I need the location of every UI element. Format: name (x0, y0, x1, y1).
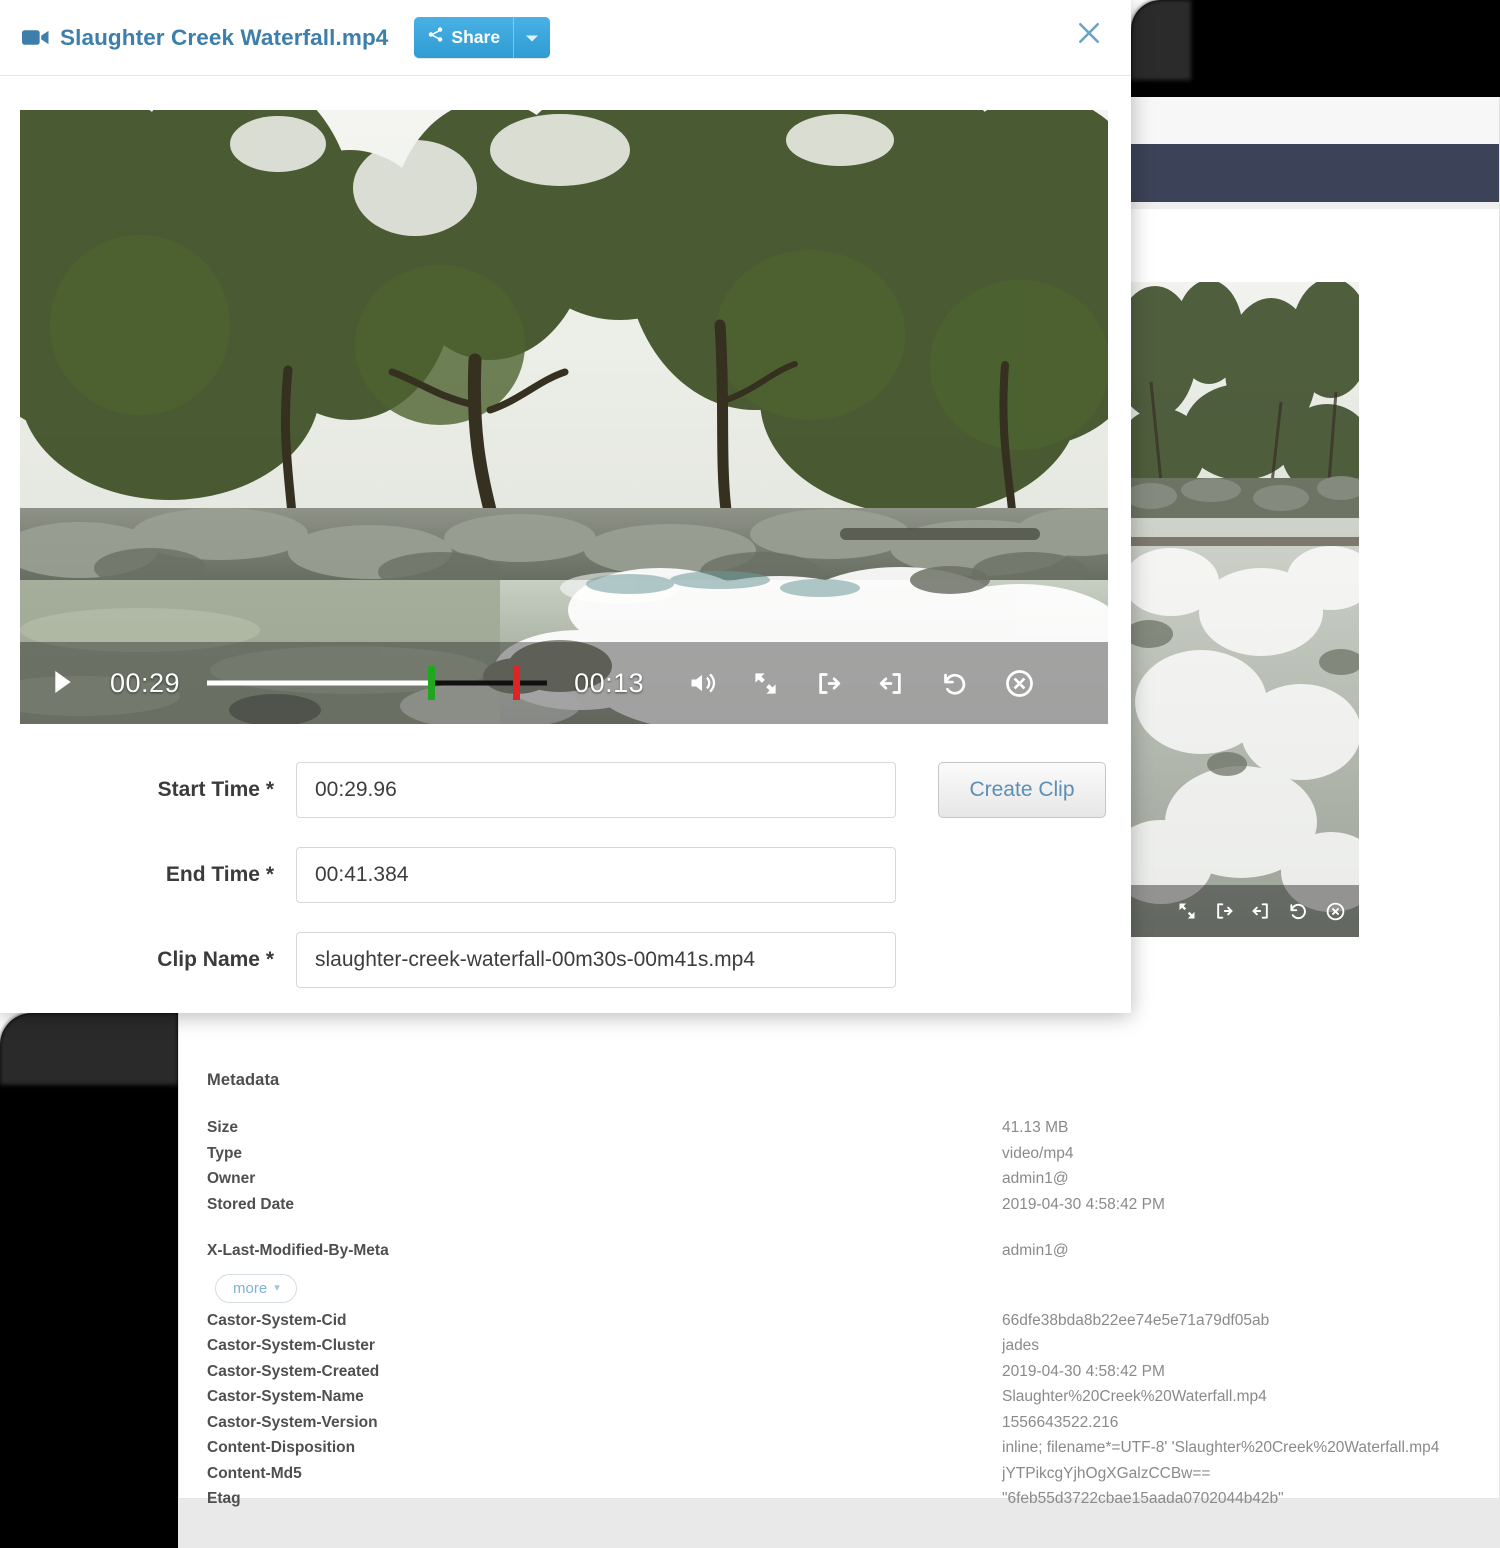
metadata-row-castor-cid: Castor-System-Cid 66dfe38bda8b22ee74e5e7… (207, 1312, 1477, 1338)
player-control-group (688, 668, 1035, 699)
metadata-value: 1556643522.216 (1002, 1413, 1119, 1431)
metadata-value: admin1@ (1002, 1170, 1069, 1187)
fullscreen-icon[interactable] (752, 670, 779, 697)
metadata-key: Castor-System-Name (207, 1388, 364, 1405)
metadata-row-last-modified-by: X-Last-Modified-By-Meta admin1@ (207, 1242, 1477, 1268)
metadata-row-castor-name: Castor-System-Name Slaughter%20Creek%20W… (207, 1388, 1477, 1414)
metadata-key: Owner (207, 1170, 256, 1187)
progress-fill (207, 680, 432, 686)
set-clip-start-icon[interactable] (815, 670, 842, 697)
background-video-controls[interactable] (1131, 885, 1359, 937)
metadata-value: Slaughter%20Creek%20Waterfall.mp4 (1002, 1388, 1267, 1405)
metadata-panel: Metadata Size 41.13 MB Type video/mp4 Ow… (178, 1013, 1500, 1507)
metadata-key: Size (207, 1119, 239, 1136)
metadata-row-castor-version: Castor-System-Version 1556643522.216 (207, 1414, 1477, 1440)
metadata-rows: Size 41.13 MB Type video/mp4 Owner admin… (207, 1119, 1477, 1516)
set-clip-end-icon[interactable] (1251, 901, 1271, 921)
metadata-value: "6feb55d3722cbae15aada0702044b42b" (1002, 1490, 1284, 1507)
metadata-key: Etag (207, 1490, 241, 1507)
end-time-input[interactable] (296, 847, 896, 903)
start-time-input[interactable] (296, 762, 896, 818)
cancel-clip-icon[interactable] (1325, 901, 1345, 921)
metadata-row-castor-cluster: Castor-System-Cluster jades (207, 1337, 1477, 1363)
metadata-key: Stored Date (207, 1195, 294, 1213)
backdrop-bottom-left (0, 1013, 178, 1548)
share-button[interactable]: Share (414, 17, 514, 58)
clip-start-marker[interactable] (428, 666, 436, 700)
background-video-frame (1131, 282, 1359, 937)
metadata-key: Castor-System-Version (207, 1413, 378, 1431)
remaining-time: 00:13 (574, 667, 645, 698)
close-icon (1074, 18, 1104, 51)
video-camera-icon (22, 28, 49, 47)
cancel-clip-icon[interactable] (1004, 668, 1035, 699)
metadata-value: 41.13 MB (1002, 1119, 1069, 1136)
more-button-label: more (233, 1279, 268, 1297)
clip-end-marker[interactable] (513, 666, 521, 700)
metadata-spacer (207, 1221, 1477, 1242)
metadata-key: Content-Disposition (207, 1439, 356, 1456)
metadata-row-etag: Etag "6feb55d3722cbae15aada0702044b42b" (207, 1490, 1477, 1516)
screen-root: Metadata Size 41.13 MB Type video/mp4 Ow… (0, 0, 1500, 1548)
metadata-row-size: Size 41.13 MB (207, 1119, 1477, 1145)
video-player[interactable]: 00:29 00:13 (20, 110, 1108, 724)
current-time: 00:29 (110, 667, 181, 698)
backdrop-corner-shadow-top (1131, 0, 1191, 80)
end-time-row: End Time * (0, 847, 1131, 903)
play-icon (54, 670, 72, 696)
clip-form: Start Time * Create Clip End Time * Clip… (0, 762, 1131, 1017)
share-icon (427, 26, 444, 48)
metadata-row-content-md5: Content-Md5 jYTPikcgYjhOgXGalzCCBw== (207, 1465, 1477, 1491)
chevron-down-icon: ▾ (274, 1281, 280, 1294)
close-button[interactable] (1069, 14, 1109, 54)
start-time-label: Start Time * (157, 778, 274, 801)
metadata-key: Castor-System-Cluster (207, 1337, 375, 1354)
metadata-key: Type (207, 1144, 243, 1162)
share-dropdown-button[interactable] (513, 17, 551, 58)
metadata-row-type: Type video/mp4 (207, 1145, 1477, 1171)
volume-icon[interactable] (688, 669, 716, 697)
metadata-key: Content-Md5 (207, 1464, 302, 1482)
metadata-row-stored-date: Stored Date 2019-04-30 4:58:42 PM (207, 1196, 1477, 1222)
metadata-key: X-Last-Modified-By-Meta (207, 1242, 389, 1259)
metadata-key: Castor-System-Created (207, 1362, 380, 1380)
metadata-row-content-disposition: Content-Disposition inline; filename*=UT… (207, 1439, 1477, 1465)
metadata-row-castor-created: Castor-System-Created 2019-04-30 4:58:42… (207, 1363, 1477, 1389)
caret-down-icon (526, 30, 539, 45)
metadata-value: admin1@ (1002, 1242, 1069, 1259)
metadata-value: inline; filename*=UTF-8' 'Slaughter%20Cr… (1002, 1439, 1440, 1456)
video-controls-bar[interactable]: 00:29 00:13 (20, 642, 1108, 724)
metadata-value: jades (1002, 1337, 1040, 1354)
metadata-value: 2019-04-30 4:58:42 PM (1002, 1195, 1165, 1213)
modal-header: Slaughter Creek Waterfall.mp4 Share (0, 0, 1131, 76)
background-video-preview[interactable] (1131, 282, 1359, 937)
start-time-row: Start Time * Create Clip (0, 762, 1131, 818)
backdrop-corner-shadow-bottom (0, 1013, 178, 1085)
share-button-label: Share (451, 26, 501, 47)
fullscreen-icon[interactable] (1177, 901, 1197, 921)
more-button[interactable]: more ▾ (215, 1273, 297, 1303)
metadata-key: Castor-System-Cid (207, 1311, 347, 1329)
reset-icon[interactable] (941, 670, 968, 697)
metadata-row-owner: Owner admin1@ (207, 1170, 1477, 1196)
metadata-value: 66dfe38bda8b22ee74e5e71a79df05ab (1002, 1311, 1270, 1329)
video-frame (20, 110, 1108, 724)
reset-icon[interactable] (1288, 901, 1308, 921)
end-time-label: End Time * (165, 863, 274, 886)
progress-bar[interactable] (207, 666, 548, 700)
share-button-group[interactable]: Share (414, 17, 551, 58)
metadata-value: video/mp4 (1002, 1144, 1074, 1162)
clip-name-row: Clip Name * (0, 932, 1131, 988)
clip-editor-modal: Slaughter Creek Waterfall.mp4 Share 00:2… (0, 0, 1131, 1013)
metadata-value: 2019-04-30 4:58:42 PM (1002, 1362, 1165, 1380)
clip-name-label: Clip Name * (157, 948, 274, 971)
clip-name-input[interactable] (296, 932, 896, 988)
set-clip-end-icon[interactable] (878, 670, 905, 697)
set-clip-start-icon[interactable] (1214, 901, 1234, 921)
page-title: Slaughter Creek Waterfall.mp4 (60, 24, 389, 50)
metadata-value: jYTPikcgYjhOgXGalzCCBw== (1002, 1464, 1211, 1482)
metadata-heading: Metadata (207, 1071, 280, 1089)
create-clip-button[interactable]: Create Clip (938, 762, 1106, 818)
play-button[interactable] (54, 670, 72, 696)
